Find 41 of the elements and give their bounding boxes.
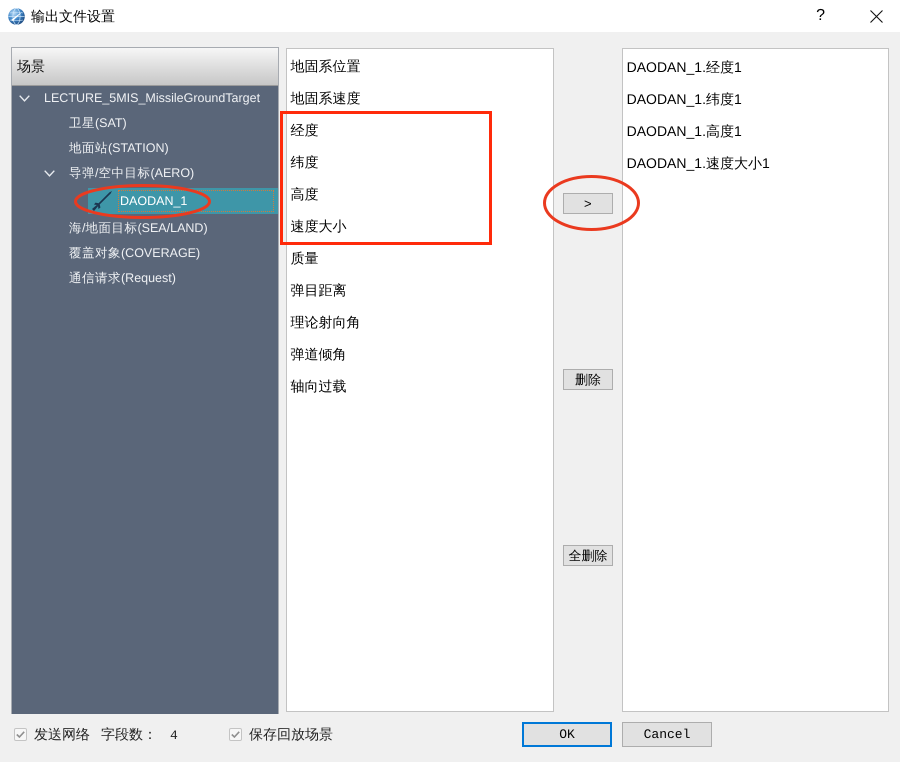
chevron-down-icon[interactable] [44, 170, 55, 177]
checkbox-label: 发送网络 [34, 725, 90, 744]
list-item[interactable]: DAODAN_1.速度大小1 [622, 147, 888, 179]
dialog-button[interactable]: OK [522, 722, 612, 747]
list-item[interactable]: 轴向过载 [287, 370, 553, 402]
dialog-button[interactable]: Cancel [622, 722, 712, 747]
list-item[interactable]: DAODAN_1.高度1 [622, 115, 888, 147]
list-item[interactable]: 地固系位置 [287, 50, 553, 82]
transfer-button[interactable]: 全删除 [562, 545, 613, 566]
list-item[interactable]: 速度大小 [287, 210, 490, 242]
tree-item[interactable]: 海/地面目标(SEA/LAND) [63, 216, 212, 241]
list-item[interactable]: 纬度 [287, 146, 490, 178]
checkmark-icon [231, 731, 240, 738]
list-item[interactable]: 弹道倾角 [287, 338, 553, 370]
checkmark-icon [16, 731, 25, 738]
globe-icon [8, 8, 25, 24]
tree-item[interactable]: 地面站(STATION) [63, 136, 173, 161]
tree-item[interactable]: LECTURE_5MIS_MissileGroundTarget [38, 86, 264, 111]
tree-header: 场景 [12, 48, 278, 86]
transfer-button[interactable]: 删除 [562, 369, 613, 390]
list-item[interactable]: 理论射向角 [287, 306, 553, 338]
tree-item[interactable]: 导弹/空中目标(AERO) [63, 161, 198, 186]
transfer-button[interactable]: > [562, 193, 613, 214]
list-item[interactable]: 高度 [287, 178, 490, 210]
field-count-label: 字段数： [101, 725, 158, 744]
list-item[interactable]: 经度 [287, 114, 490, 146]
missile-icon [91, 190, 113, 212]
list-item[interactable]: 弹目距离 [287, 274, 553, 306]
list-item[interactable]: DAODAN_1.纬度1 [622, 83, 888, 115]
help-button[interactable]: ? [816, 4, 825, 28]
list-item[interactable]: 地固系速度 [287, 82, 553, 114]
close-icon[interactable] [870, 10, 883, 22]
tree-item[interactable]: 覆盖对象(COVERAGE) [63, 241, 204, 266]
field-count-value: 4 [170, 726, 179, 744]
checkbox-label: 保存回放场景 [249, 725, 333, 744]
tree-item[interactable]: 卫星(SAT) [63, 111, 131, 136]
chevron-down-icon[interactable] [19, 95, 30, 102]
window-title: 输出文件设置 [31, 6, 115, 26]
tree-item[interactable]: 通信请求(Request) [63, 266, 180, 291]
list-item[interactable]: DAODAN_1.经度1 [622, 51, 888, 83]
list-item[interactable]: 质量 [287, 242, 553, 274]
